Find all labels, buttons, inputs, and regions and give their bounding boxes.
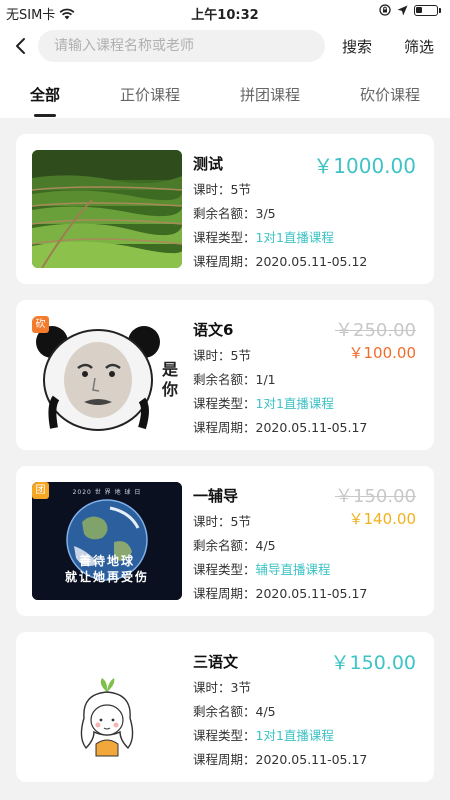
type-value: 1对1直播课程 — [255, 396, 334, 411]
hours-label: 课时： — [193, 182, 231, 197]
orientation-lock-icon — [379, 4, 391, 16]
course-card[interactable]: 三语文 ￥150.00 课时：3节 剩余名额：4/5 课程类型：1对1直播课程 … — [16, 632, 434, 782]
course-price: ￥140.00 — [348, 510, 417, 528]
course-thumbnail: 砍 是你 — [32, 316, 182, 434]
course-original-price: ￥250.00 — [335, 320, 416, 341]
hours-value: 5节 — [230, 514, 251, 529]
type-label: 课程类型： — [193, 230, 256, 245]
course-period: 课程周期：2020.05.11-05.17 — [193, 417, 367, 436]
course-title: 一辅导 — [193, 487, 239, 505]
remaining-label: 剩余名额： — [193, 704, 256, 719]
course-title: 测试 — [193, 155, 224, 173]
period-label: 课程周期： — [193, 752, 256, 767]
poster-top-text: 2020 世 界 地 球 日 — [72, 489, 142, 496]
remaining-value: 4/5 — [255, 704, 276, 719]
type-label: 课程类型： — [193, 562, 256, 577]
course-thumbnail: 团 2020 世 界 地 球 日 善待地球 就让她再受伤 — [32, 482, 182, 600]
girl-illustration-image — [32, 648, 182, 766]
course-hours: 课时：5节 — [193, 511, 251, 530]
panda-meme-image — [32, 316, 182, 434]
course-type: 课程类型：1对1直播课程 — [193, 725, 334, 744]
period-value: 2020.05.11-05.17 — [255, 420, 368, 435]
hours-value: 5节 — [230, 182, 251, 197]
group-buy-badge: 团 — [32, 482, 49, 499]
poster-line-2: 就让她再受伤 — [64, 570, 149, 584]
search-input[interactable] — [38, 30, 325, 62]
hours-value: 5节 — [230, 348, 251, 363]
period-label: 课程周期： — [193, 420, 256, 435]
search-button[interactable]: 搜索 — [342, 36, 372, 57]
course-price: ￥1000.00 — [313, 154, 416, 178]
period-value: 2020.05.11-05.12 — [255, 254, 368, 269]
hours-value: 3节 — [230, 680, 251, 695]
type-label: 课程类型： — [193, 396, 256, 411]
type-value: 辅导直播课程 — [255, 562, 331, 577]
hours-label: 课时： — [193, 348, 231, 363]
course-hours: 课时：5节 — [193, 179, 251, 198]
course-remaining: 剩余名额：3/5 — [193, 203, 276, 222]
hours-label: 课时： — [193, 680, 231, 695]
course-original-price: ￥150.00 — [335, 486, 416, 507]
course-period: 课程周期：2020.05.11-05.17 — [193, 749, 367, 768]
type-label: 课程类型： — [193, 728, 256, 743]
course-hours: 课时：5节 — [193, 345, 251, 364]
course-title: 三语文 — [193, 653, 239, 671]
location-arrow-icon — [397, 5, 408, 15]
search-header: 搜索 筛选 — [0, 24, 450, 68]
tab-bargain[interactable]: 砍价课程 — [360, 84, 420, 105]
type-value: 1对1直播课程 — [255, 728, 334, 743]
remaining-label: 剩余名额： — [193, 372, 256, 387]
course-title: 语文6 — [193, 321, 234, 339]
period-label: 课程周期： — [193, 254, 256, 269]
type-value: 1对1直播课程 — [255, 230, 334, 245]
period-label: 课程周期： — [193, 586, 256, 601]
course-hours: 课时：3节 — [193, 677, 251, 696]
remaining-value: 4/5 — [255, 538, 276, 553]
course-thumbnail — [32, 648, 182, 766]
course-card[interactable]: 团 2020 世 界 地 球 日 善待地球 就让她再受伤 一辅导 ￥150.00… — [16, 466, 434, 616]
category-tabs: 全部 正价课程 拼团课程 砍价课程 — [0, 68, 450, 118]
filter-button[interactable]: 筛选 — [404, 36, 434, 57]
course-type: 课程类型：1对1直播课程 — [193, 227, 334, 246]
remaining-label: 剩余名额： — [193, 206, 256, 221]
course-remaining: 剩余名额：1/1 — [193, 369, 276, 388]
battery-level — [416, 6, 422, 13]
bargain-badge: 砍 — [32, 316, 49, 333]
remaining-value: 1/1 — [255, 372, 276, 387]
period-value: 2020.05.11-05.17 — [255, 586, 368, 601]
course-price: ￥150.00 — [330, 652, 416, 674]
course-period: 课程周期：2020.05.11-05.17 — [193, 583, 367, 602]
course-type: 课程类型：辅导直播课程 — [193, 559, 331, 578]
tab-all[interactable]: 全部 — [30, 84, 60, 105]
tab-regular-price[interactable]: 正价课程 — [120, 84, 180, 105]
rice-terrace-image — [32, 150, 182, 268]
remaining-value: 3/5 — [255, 206, 276, 221]
course-remaining: 剩余名额：4/5 — [193, 701, 276, 720]
course-price: ￥100.00 — [348, 344, 417, 362]
remaining-label: 剩余名额： — [193, 538, 256, 553]
course-thumbnail — [32, 150, 182, 268]
thumb-caption: 是你 — [162, 360, 179, 399]
poster-line-1: 善待地球 — [78, 554, 135, 568]
course-card[interactable]: 砍 是你 语文6 ￥250.00 ￥100.00 课时：5节 剩余名额：1/1 … — [16, 300, 434, 450]
course-remaining: 剩余名额：4/5 — [193, 535, 276, 554]
tab-group-buy[interactable]: 拼团课程 — [240, 84, 300, 105]
course-type: 课程类型：1对1直播课程 — [193, 393, 334, 412]
back-chevron-icon[interactable] — [14, 36, 28, 56]
battery-icon — [414, 4, 441, 16]
active-tab-indicator — [34, 114, 56, 117]
status-bar: 无SIM卡 上午10:32 — [0, 0, 450, 24]
course-card[interactable]: 测试 ￥1000.00 课时：5节 剩余名额：3/5 课程类型：1对1直播课程 … — [16, 134, 434, 284]
status-right — [379, 4, 441, 16]
course-period: 课程周期：2020.05.11-05.12 — [193, 251, 367, 270]
period-value: 2020.05.11-05.17 — [255, 752, 368, 767]
hours-label: 课时： — [193, 514, 231, 529]
